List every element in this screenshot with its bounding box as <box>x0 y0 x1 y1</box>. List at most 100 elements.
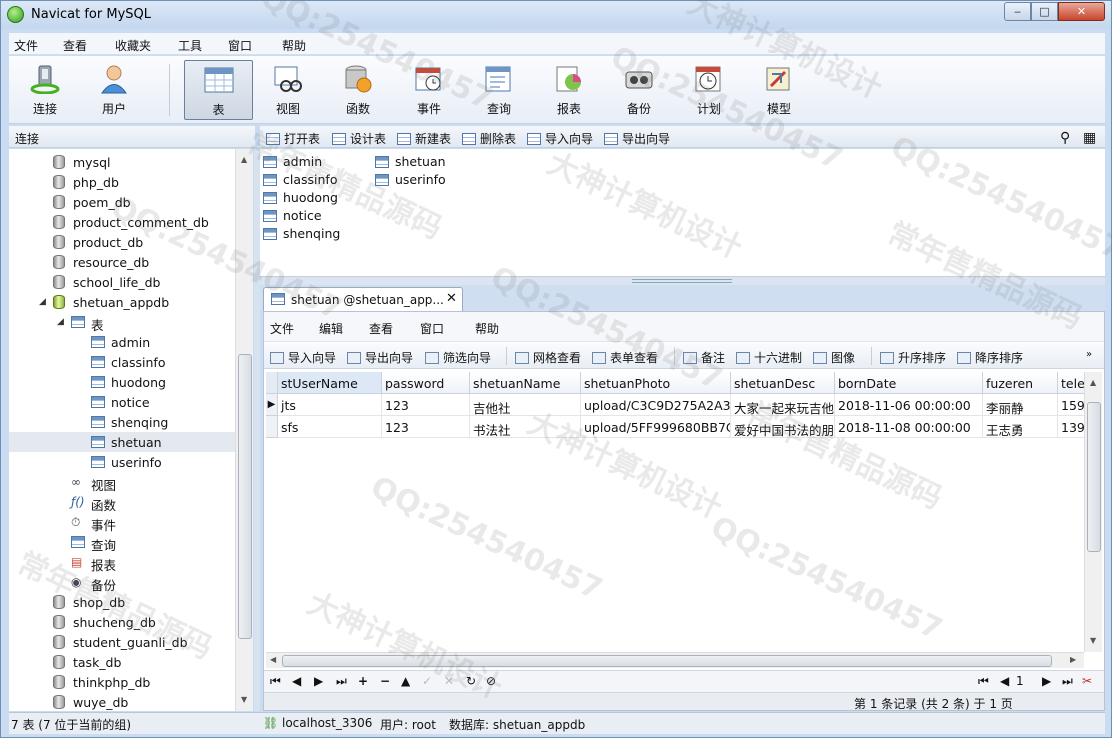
minimize-button[interactable]: ‒ <box>1004 2 1031 21</box>
delete-record-icon[interactable]: − <box>380 674 390 688</box>
inner-export-wizard-button[interactable]: 导出向导 <box>347 349 413 366</box>
horizontal-splitter[interactable] <box>260 277 1105 285</box>
tree-group-queries[interactable]: 查询 <box>9 532 235 553</box>
toolbar-overflow-icon[interactable]: » <box>1086 349 1092 360</box>
import-wizard-button[interactable]: 导入向导 <box>527 130 593 147</box>
inner-menu-window[interactable]: 窗口 <box>420 320 444 337</box>
table-cell[interactable]: 2018-11-06 00:00:00 <box>835 394 983 416</box>
image-button[interactable]: 图像 <box>813 349 855 366</box>
tree-db-resource-db[interactable]: resource_db <box>9 252 235 272</box>
prev-page-icon[interactable]: ◀ <box>1000 674 1009 688</box>
tree-db-poem-db[interactable]: poem_db <box>9 192 235 212</box>
tree-scrollbar-thumb[interactable] <box>238 354 252 639</box>
sort-ascending-button[interactable]: 升序排序 <box>880 349 946 366</box>
page-number[interactable]: 1 <box>1016 674 1024 688</box>
new-table-button[interactable]: 新建表 <box>397 130 451 147</box>
tree-table-admin[interactable]: admin <box>9 332 235 352</box>
scroll-down-icon[interactable]: ▼ <box>241 695 247 704</box>
table-cell[interactable]: 大家一起来玩吉他 <box>731 394 835 416</box>
last-page-icon[interactable]: ⏭ <box>1062 674 1073 689</box>
tree-db-wuye-db[interactable]: wuye_db <box>9 692 235 711</box>
table-cell[interactable]: 李丽静 <box>983 394 1058 416</box>
tree-db-thinkphp-db[interactable]: thinkphp_db <box>9 672 235 692</box>
table-cell[interactable]: 吉他社 <box>470 394 581 416</box>
tree-table-shenqing[interactable]: shenqing <box>9 412 235 432</box>
toolbar-user-button[interactable]: 用户 <box>81 60 147 120</box>
column-header-shetuandesc[interactable]: shetuanDesc <box>731 372 835 394</box>
first-record-icon[interactable]: ⏮ <box>270 674 281 689</box>
search-icon[interactable]: ⚲ <box>1060 130 1070 146</box>
tree-db-shucheng-db[interactable]: shucheng_db <box>9 612 235 632</box>
grid-horizontal-scrollbar[interactable]: ◀ ▶ <box>266 652 1084 668</box>
tree-group-backups[interactable]: ◉ 备份 <box>9 572 235 593</box>
toolbar-event-button[interactable]: 事件 <box>396 60 462 120</box>
hex-button[interactable]: 十六进制 <box>736 349 802 366</box>
tree-db-mysql[interactable]: mysql <box>9 152 235 172</box>
sort-descending-button[interactable]: 降序排序 <box>957 349 1023 366</box>
tree-scrollbar[interactable]: ▲ ▼ <box>235 149 253 711</box>
scroll-left-icon[interactable]: ◀ <box>270 655 276 664</box>
table-cell[interactable]: 123 <box>382 394 470 416</box>
edit-record-icon[interactable]: ▲ <box>401 674 410 688</box>
tree-table-huodong[interactable]: huodong <box>9 372 235 392</box>
tree-group-tables[interactable]: ◢ 表 <box>9 312 235 333</box>
tree-group-views[interactable]: ∞ 视图 <box>9 472 235 493</box>
close-button[interactable]: ✕ <box>1058 2 1105 21</box>
grid-view-icon[interactable]: ▦ <box>1083 130 1096 146</box>
tree-db-shetuan-appdb[interactable]: ◢ shetuan_appdb <box>9 292 235 312</box>
tree-db-product-db[interactable]: product_db <box>9 232 235 252</box>
table-cell[interactable]: 123 <box>382 416 470 438</box>
next-record-icon[interactable]: ▶ <box>314 674 323 688</box>
inner-menu-file[interactable]: 文件 <box>270 320 294 337</box>
inner-menu-help[interactable]: 帮助 <box>475 320 499 337</box>
tree-table-classinfo[interactable]: classinfo <box>9 352 235 372</box>
tab-shetuan[interactable]: shetuan @shetuan_app... ✕ <box>263 287 463 311</box>
first-page-icon[interactable]: ⏮ <box>978 674 989 689</box>
open-table-button[interactable]: 打开表 <box>266 130 320 147</box>
column-header-telephone[interactable]: telep <box>1058 372 1084 394</box>
tree-db-school-life-db[interactable]: school_life_db <box>9 272 235 292</box>
export-wizard-button[interactable]: 导出向导 <box>604 130 670 147</box>
menu-help[interactable]: 帮助 <box>282 37 306 54</box>
design-table-button[interactable]: 设计表 <box>332 130 386 147</box>
toolbar-view-button[interactable]: 视图 <box>255 60 321 120</box>
memo-button[interactable]: 备注 <box>683 349 725 366</box>
toolbar-query-button[interactable]: 查询 <box>466 60 532 120</box>
tree-group-reports[interactable]: ▤ 报表 <box>9 552 235 573</box>
grid-vertical-scrollbar[interactable]: ▲ ▼ <box>1084 372 1102 652</box>
table-cell[interactable]: 1592 <box>1058 394 1084 416</box>
menu-tools[interactable]: 工具 <box>178 37 202 54</box>
tree-table-shetuan[interactable]: shetuan <box>9 432 235 452</box>
refresh-icon[interactable]: ↻ <box>466 674 476 688</box>
toolbar-connection-button[interactable]: 连接 <box>12 60 78 120</box>
expand-arrow-icon[interactable]: ◢ <box>57 317 64 327</box>
tree-db-task-db[interactable]: task_db <box>9 652 235 672</box>
column-header-stusername[interactable]: stUserName <box>278 372 382 394</box>
delete-table-button[interactable]: 删除表 <box>462 130 516 147</box>
last-record-icon[interactable]: ⏭ <box>336 674 347 689</box>
tree-db-shop-db[interactable]: shop_db <box>9 592 235 612</box>
scroll-right-icon[interactable]: ▶ <box>1070 655 1076 664</box>
add-record-icon[interactable]: + <box>358 674 368 688</box>
next-page-icon[interactable]: ▶ <box>1042 674 1051 688</box>
tree-table-userinfo[interactable]: userinfo <box>9 452 235 472</box>
grid-vscroll-thumb[interactable] <box>1087 402 1101 552</box>
apply-changes-icon[interactable]: ✓ <box>422 674 432 688</box>
tree-db-product-comment-db[interactable]: product_comment_db <box>9 212 235 232</box>
column-header-shetuanname[interactable]: shetuanName <box>470 372 581 394</box>
splitter-grip[interactable] <box>632 279 732 283</box>
table-cell[interactable]: 爱好中国书法的朋 <box>731 416 835 438</box>
tree-db-php-db[interactable]: php_db <box>9 172 235 192</box>
stop-icon[interactable]: ⊘ <box>486 674 496 688</box>
table-cell[interactable]: upload/C3C9D275A2A3E: <box>581 394 731 416</box>
inner-menu-view[interactable]: 查看 <box>369 320 393 337</box>
menu-favorites[interactable]: 收藏夹 <box>115 37 151 54</box>
toolbar-function-button[interactable]: 函数 <box>325 60 391 120</box>
table-cell[interactable]: 1398 <box>1058 416 1084 438</box>
grid-hscroll-thumb[interactable] <box>282 655 1052 667</box>
column-header-borndate[interactable]: bornDate <box>835 372 983 394</box>
tree-group-functions[interactable]: ƒ() 函数 <box>9 492 235 513</box>
column-header-password[interactable]: password <box>382 372 470 394</box>
inner-menu-edit[interactable]: 编辑 <box>319 320 343 337</box>
menu-window[interactable]: 窗口 <box>228 37 252 54</box>
